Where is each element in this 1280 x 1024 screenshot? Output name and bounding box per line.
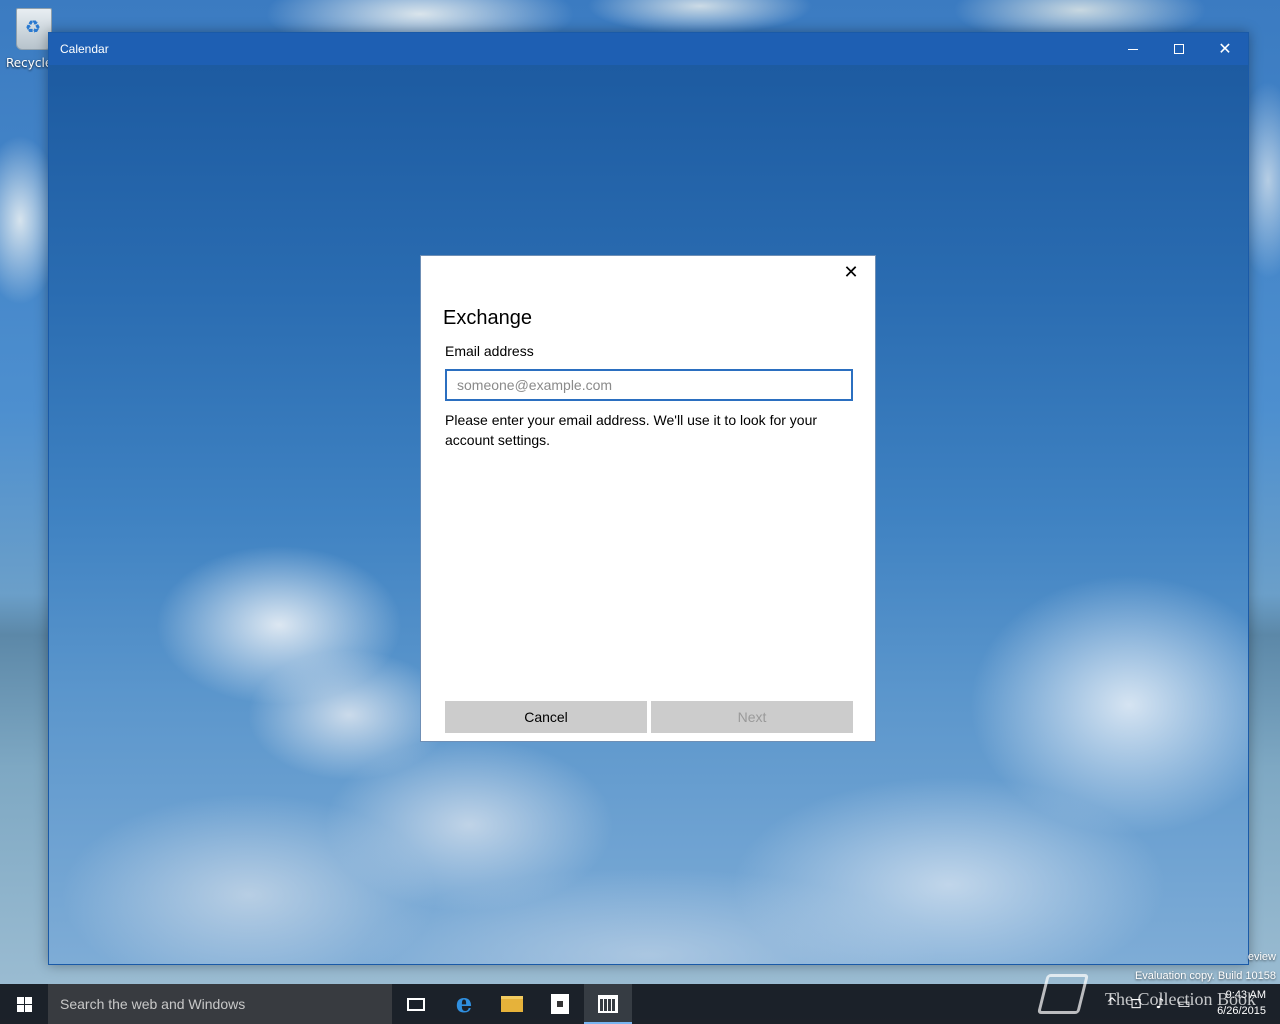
- start-button[interactable]: [0, 984, 48, 1024]
- folder-icon: [501, 996, 523, 1012]
- recycle-bin-icon: [16, 8, 52, 50]
- minimize-button[interactable]: [1110, 33, 1156, 65]
- system-tray: The Collection Book ^ ⊡ ♪ ▭ 9:43 AM 6/26…: [1020, 974, 1280, 1024]
- edge-browser-icon: e: [455, 989, 473, 1019]
- email-input[interactable]: [445, 369, 853, 401]
- eval-watermark-line1: eview: [1247, 951, 1276, 963]
- volume-icon[interactable]: ♪: [1148, 996, 1172, 1012]
- next-button[interactable]: Next: [651, 701, 853, 733]
- email-label: Email address: [445, 343, 534, 359]
- taskbar-search-box[interactable]: Search the web and Windows: [48, 984, 392, 1024]
- task-view-icon: [407, 997, 425, 1011]
- close-icon: ✕: [843, 262, 859, 282]
- clock-date: 6/26/2015: [1217, 1005, 1266, 1017]
- eval-watermark-line2: Evaluation copy. Build 10158: [1134, 970, 1276, 982]
- exchange-dialog: ✕ Exchange Email address Please enter yo…: [420, 255, 876, 742]
- minimize-icon: [1128, 48, 1138, 50]
- calendar-icon: [598, 995, 618, 1013]
- task-view-button[interactable]: [392, 984, 440, 1024]
- action-center-icon[interactable]: ▭: [1172, 996, 1196, 1012]
- maximize-icon: [1174, 44, 1184, 54]
- maximize-button[interactable]: [1156, 33, 1202, 65]
- chevron-up-icon[interactable]: ^: [1100, 996, 1124, 1012]
- taskbar: Search the web and Windows e The Collect…: [0, 974, 1280, 1024]
- windows-logo-icon: [16, 996, 32, 1012]
- dialog-title: Exchange: [443, 307, 532, 329]
- calendar-taskbar-button[interactable]: [584, 984, 632, 1024]
- network-icon[interactable]: ⊡: [1124, 996, 1148, 1012]
- edge-button[interactable]: e: [440, 984, 488, 1024]
- window-title: Calendar: [60, 42, 109, 56]
- cancel-button[interactable]: Cancel: [445, 701, 647, 733]
- search-placeholder: Search the web and Windows: [60, 996, 246, 1012]
- title-bar[interactable]: Calendar ✕: [49, 33, 1248, 65]
- store-bag-icon: [551, 994, 569, 1014]
- book-logo-icon: [1037, 974, 1089, 1014]
- clock-time: 9:43 AM: [1225, 989, 1266, 1001]
- helper-text: Please enter your email address. We'll u…: [445, 412, 818, 448]
- taskbar-clock[interactable]: 9:43 AM 6/26/2015: [1217, 987, 1266, 1019]
- dialog-close-button[interactable]: ✕: [841, 262, 861, 282]
- store-button[interactable]: [536, 984, 584, 1024]
- close-window-button[interactable]: ✕: [1202, 33, 1248, 65]
- file-explorer-button[interactable]: [488, 984, 536, 1024]
- close-icon: ✕: [1218, 39, 1232, 58]
